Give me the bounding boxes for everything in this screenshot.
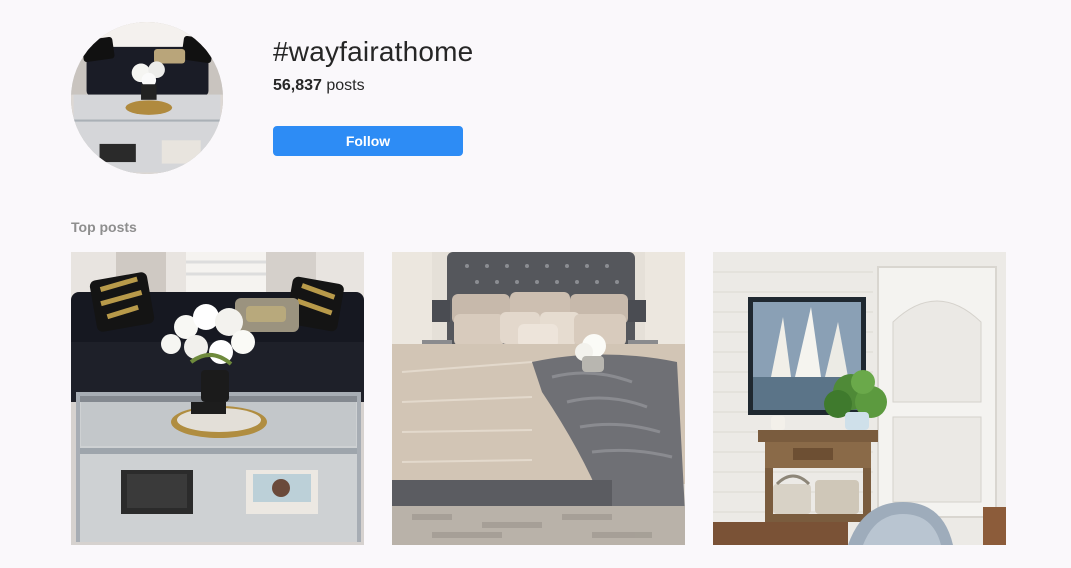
entryway-photo [713,252,1006,545]
hashtag-avatar [71,22,223,174]
top-post-2[interactable] [392,252,685,545]
living-room-photo [71,252,364,545]
follow-button[interactable]: Follow [273,126,463,156]
living-room-thumbnail [71,22,223,174]
hashtag-page: #wayfairathome 56,837 posts Follow Top p… [0,0,1071,568]
post-count-suffix: posts [321,77,365,94]
post-count: 56,837 posts [273,77,365,95]
top-post-1[interactable] [71,252,364,545]
top-posts-heading: Top posts [71,219,137,235]
hashtag-title: #wayfairathome [273,36,474,67]
bedroom-photo [392,252,685,545]
top-post-3[interactable] [713,252,1006,545]
post-count-number: 56,837 [273,77,322,94]
